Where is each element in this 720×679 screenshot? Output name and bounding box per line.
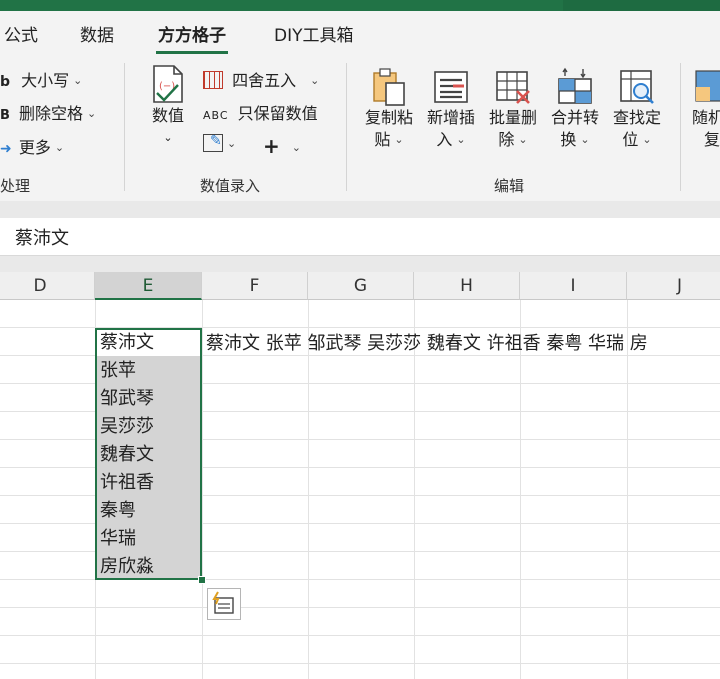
group-label-text: 处理 — [0, 177, 31, 195]
insert-button[interactable]: 新增插 入 ⌄ — [422, 67, 480, 151]
plus-label: + — [263, 134, 280, 158]
grid-line — [202, 300, 203, 679]
case-button[interactable]: b 大小写 ⌄ — [0, 67, 82, 91]
tab-diy-toolbox[interactable]: DIY工具箱 — [274, 21, 354, 46]
column-header-g[interactable]: G — [308, 272, 414, 300]
title-bar-notch — [563, 0, 720, 11]
delete-space-icon: B — [0, 108, 10, 123]
delete-space-label: 删除空格 — [19, 104, 84, 123]
group-label-edit: 编辑 — [494, 177, 525, 195]
merge-label-2: 换 ⌄ — [560, 130, 590, 149]
column-header-e[interactable]: E — [95, 272, 202, 300]
round-icon — [203, 71, 223, 89]
cell-e6[interactable]: 魏春文 — [100, 441, 154, 469]
case-label: 大小写 — [21, 71, 70, 90]
random-icon — [695, 70, 720, 102]
column-header-h[interactable]: H — [414, 272, 520, 300]
random-label-2: 复 — [704, 130, 720, 149]
group-divider — [680, 63, 681, 191]
merge-label-1: 合并转 — [550, 108, 599, 127]
edit-icon: ✎ — [203, 133, 223, 152]
round-label: 四舍五入 — [232, 71, 297, 90]
random-button[interactable]: 随机 复 — [692, 67, 720, 151]
merge-convert-button[interactable]: 合并转 换 ⌄ — [546, 67, 604, 151]
group-label-numeric: 数值录入 — [200, 177, 261, 195]
cell-e9[interactable]: 华瑞 — [100, 525, 136, 553]
batch-delete-label-2: 除 ⌄ — [498, 130, 528, 149]
chevron-down-icon: ⌄ — [227, 137, 237, 150]
tab-formulas[interactable]: 公式 — [4, 21, 38, 46]
value-button[interactable]: (−) 数值 ⌄ — [140, 63, 196, 149]
column-header-f[interactable]: F — [202, 272, 308, 300]
value-icon: (−) — [153, 65, 183, 103]
round-button[interactable]: 四舍五入 ⌄ — [203, 67, 319, 91]
more-label: 更多 — [18, 138, 51, 157]
copy-paste-label-1: 复制粘 — [364, 108, 413, 127]
copy-paste-button[interactable]: 复制粘 贴 ⌄ — [360, 67, 418, 151]
formula-bar-value: 蔡沛文 — [15, 228, 69, 249]
abc-icon: ABC — [203, 109, 229, 122]
chevron-down-icon: ⌄ — [87, 107, 97, 120]
ribbon-gap — [0, 201, 720, 218]
cell-e3[interactable]: 张苹 — [100, 357, 136, 385]
tab-data[interactable]: 数据 — [80, 21, 114, 46]
chevron-down-icon: ⌄ — [73, 74, 83, 87]
chevron-down-icon: ⌄ — [291, 141, 301, 154]
cell-f2[interactable]: 蔡沛文 张苹 邹武琴 吴莎莎 魏春文 许祖香 秦粤 华瑞 房 — [206, 330, 720, 358]
more-button[interactable]: ➜ 更多 ⌄ — [0, 134, 64, 158]
menu-bar: 公式 数据 方方格子 DIY工具箱 — [0, 11, 720, 55]
formula-bar[interactable]: 蔡沛文 — [0, 218, 720, 256]
group-divider — [124, 63, 125, 191]
formula-gap — [0, 256, 720, 272]
random-label-1: 随机 — [692, 108, 720, 127]
cell-e4[interactable]: 邹武琴 — [100, 385, 154, 413]
case-icon: b — [0, 74, 11, 90]
find-locate-button[interactable]: 查找定 位 ⌄ — [608, 67, 666, 151]
delete-space-button[interactable]: B 删除空格 ⌄ — [0, 100, 96, 124]
cell-e8[interactable]: 秦粤 — [100, 497, 136, 525]
clipboard-icon — [373, 68, 405, 106]
tab-fangfanggezi[interactable]: 方方格子 — [156, 21, 228, 54]
edit-format-button[interactable]: ✎ ⌄ — [203, 133, 237, 153]
column-header-j[interactable]: J — [627, 272, 720, 300]
cell-e10[interactable]: 房欣淼 — [100, 553, 154, 581]
insert-label-2: 入 ⌄ — [436, 130, 466, 149]
delete-grid-icon — [496, 71, 530, 104]
insert-rows-icon — [434, 71, 468, 103]
quick-analysis-icon — [212, 591, 234, 614]
group-divider — [346, 63, 347, 191]
find-locate-label-2: 位 ⌄ — [622, 130, 652, 149]
keep-numbers-button[interactable]: ABC 只保留数值 — [203, 100, 318, 124]
insert-label-1: 新增插 — [426, 108, 475, 127]
merge-icon — [558, 67, 592, 104]
batch-delete-label-1: 批量删 — [488, 108, 537, 127]
cell-e7[interactable]: 许祖香 — [100, 469, 154, 497]
search-icon — [620, 70, 654, 104]
arrow-right-icon: ➜ — [0, 141, 12, 157]
column-header-d[interactable]: D — [0, 272, 95, 300]
quick-analysis-button[interactable] — [207, 588, 241, 620]
fill-handle[interactable] — [198, 576, 206, 584]
batch-delete-button[interactable]: 批量删 除 ⌄ — [484, 67, 542, 151]
column-header-i[interactable]: I — [520, 272, 627, 300]
ribbon: b 大小写 ⌄ B 删除空格 ⌄ ➜ 更多 ⌄ 处理 (−) 数值 ⌄ 四舍五入 ⌄ A… — [0, 55, 720, 201]
value-label: 数值 — [151, 106, 184, 125]
copy-paste-label-2: 贴 ⌄ — [374, 130, 404, 149]
cell-e2[interactable]: 蔡沛文 — [100, 329, 154, 357]
keep-numbers-label: 只保留数值 — [237, 104, 318, 123]
chevron-down-icon: ⌄ — [163, 131, 173, 144]
cell-e5[interactable]: 吴莎莎 — [100, 413, 154, 441]
title-bar — [0, 0, 720, 11]
chevron-down-icon: ⌄ — [310, 74, 320, 87]
find-locate-label-1: 查找定 — [612, 108, 661, 127]
plus-button[interactable]: + ⌄ — [263, 134, 301, 158]
chevron-down-icon: ⌄ — [54, 141, 65, 154]
